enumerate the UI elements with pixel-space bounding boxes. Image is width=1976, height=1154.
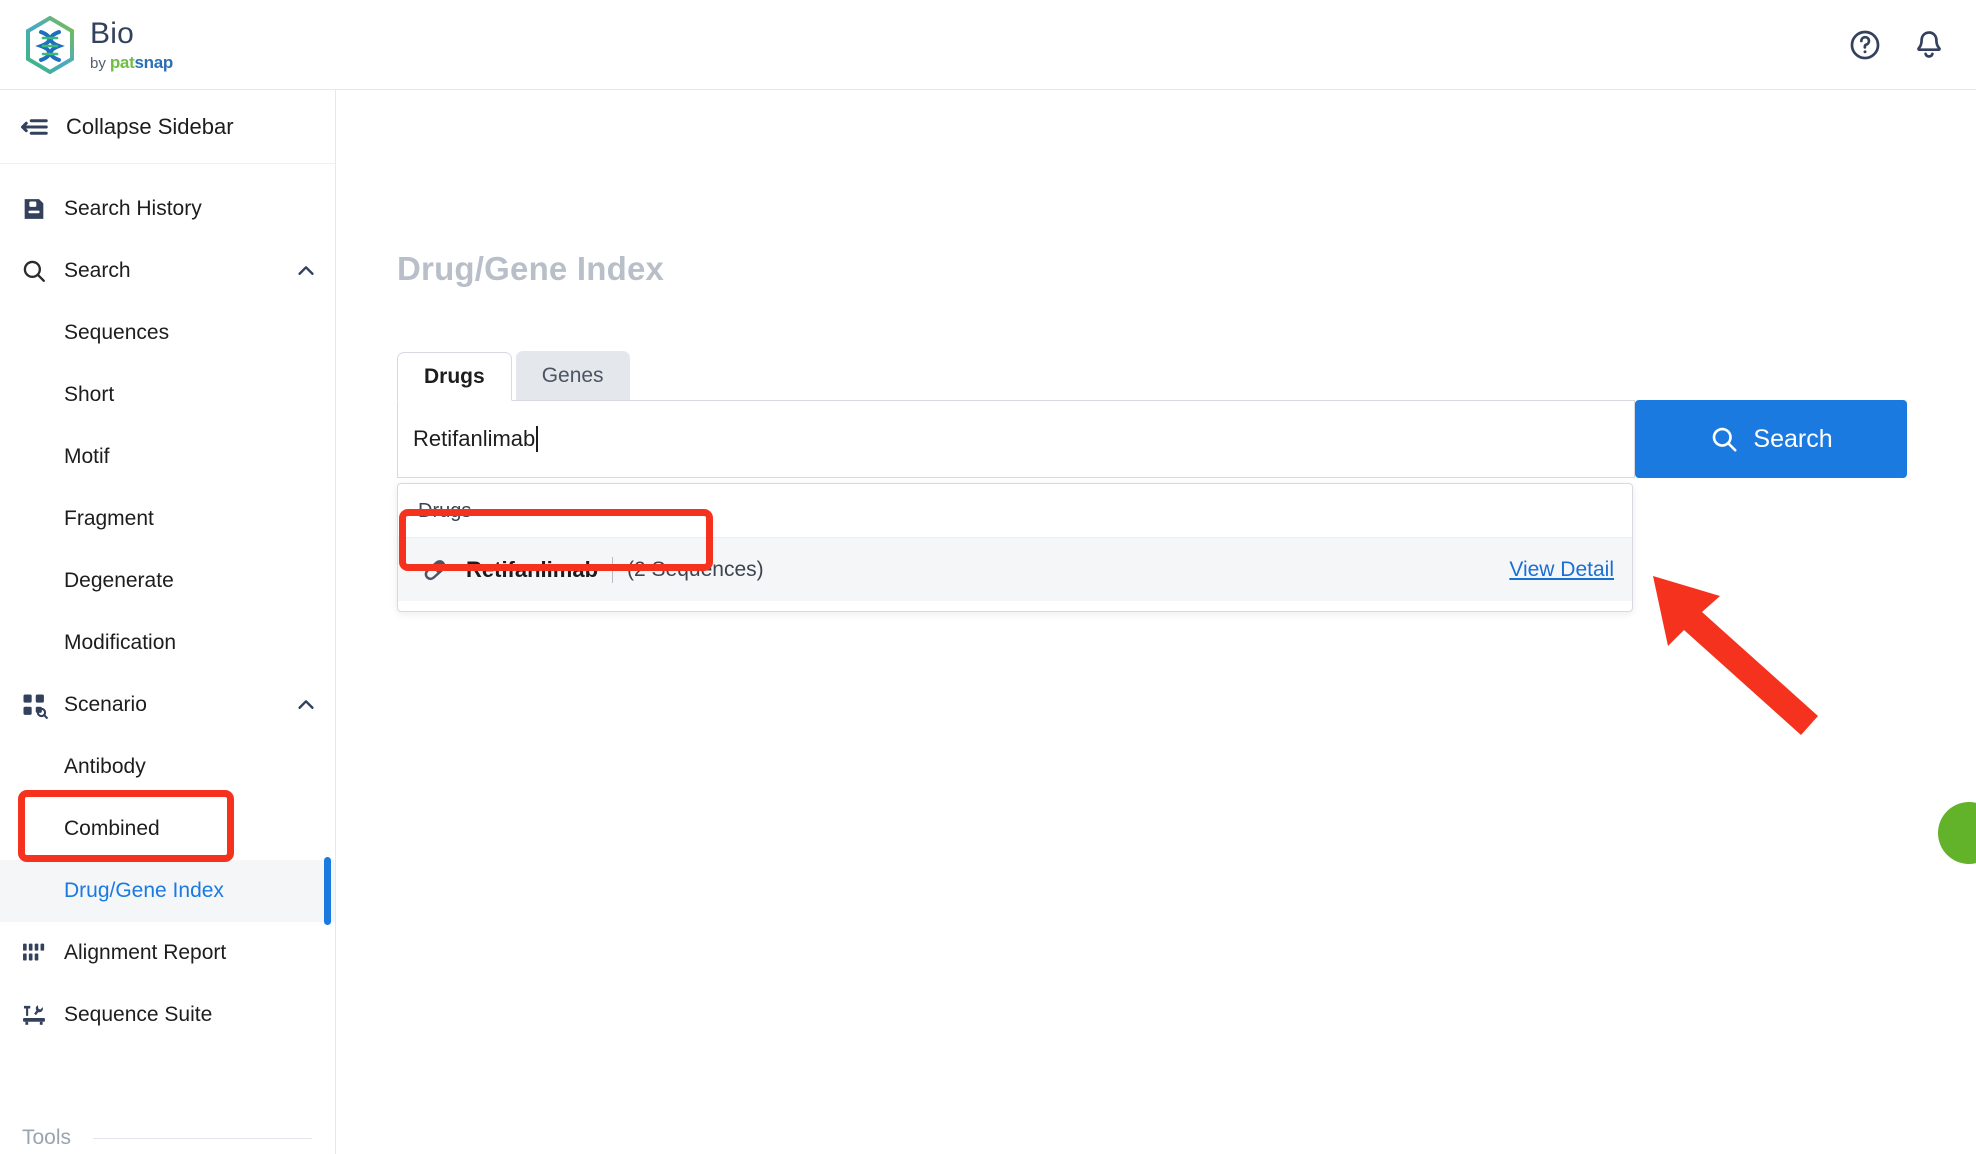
sidebar-item-search-history[interactable]: Search History bbox=[0, 178, 335, 240]
sidebar-item-label: Antibody bbox=[64, 755, 146, 778]
app-root: Bio by pat snap Collapse Sidebar Search … bbox=[0, 0, 1976, 1154]
tools-divider bbox=[93, 1137, 312, 1139]
sidebar-item-label: Degenerate bbox=[64, 569, 174, 592]
text-caret bbox=[536, 426, 539, 452]
collapse-sidebar-label: Collapse Sidebar bbox=[66, 113, 234, 139]
sidebar-item-label: Short bbox=[64, 383, 115, 406]
search-input-value: Retifanlimab bbox=[413, 426, 536, 451]
sidebar-item-alignment-report[interactable]: Alignment Report bbox=[0, 922, 335, 984]
dropdown-result-count: (2 Sequences) bbox=[627, 557, 764, 581]
top-bar-actions bbox=[1848, 28, 1946, 62]
sidebar: Collapse Sidebar Search History Search S… bbox=[0, 90, 336, 1154]
tools-section-label: Tools bbox=[22, 1126, 72, 1149]
sidebar-item-degenerate[interactable]: Degenerate bbox=[0, 550, 335, 612]
sidebar-item-label: Combined bbox=[64, 817, 160, 840]
sidebar-item-label: Motif bbox=[64, 445, 110, 468]
sidebar-nav: Search History Search Sequences Short Mo… bbox=[0, 164, 335, 1046]
search-button-label: Search bbox=[1753, 424, 1833, 453]
bell-icon[interactable] bbox=[1912, 28, 1946, 62]
sidebar-item-label: Modification bbox=[64, 631, 177, 654]
search-button[interactable]: Search bbox=[1635, 400, 1907, 478]
dropdown-result-row[interactable]: Retifanlimab (2 Sequences) View Detail bbox=[398, 537, 1632, 601]
pill-capsule-icon bbox=[424, 559, 446, 580]
brand-pat: pat bbox=[109, 52, 135, 72]
brand-logo[interactable]: Bio by pat snap bbox=[24, 15, 173, 74]
search-row: Retifanlimab Search bbox=[397, 400, 1907, 478]
collapse-sidebar-button[interactable]: Collapse Sidebar bbox=[0, 90, 335, 164]
search-suggestions-dropdown: Drugs Retifanlimab (2 Sequences) View De… bbox=[397, 483, 1633, 612]
dropdown-result-name: Retifanlimab bbox=[466, 556, 599, 582]
view-detail-link[interactable]: View Detail bbox=[1509, 558, 1614, 582]
brand-title: Bio bbox=[90, 16, 134, 50]
tab-drugs[interactable]: Drugs bbox=[397, 352, 512, 401]
sidebar-group-search[interactable]: Search bbox=[0, 240, 335, 302]
sidebar-item-label: Drug/Gene Index bbox=[64, 879, 224, 902]
brand-by: by bbox=[90, 54, 106, 72]
scenario-grid-search-icon bbox=[23, 694, 48, 719]
top-bar: Bio by pat snap bbox=[0, 0, 1976, 90]
tools-suite-icon bbox=[23, 1005, 45, 1025]
dropdown-result-separator bbox=[612, 556, 614, 583]
sidebar-item-sequence-suite[interactable]: Sequence Suite bbox=[0, 984, 335, 1046]
search-icon bbox=[1713, 427, 1737, 452]
sidebar-item-label: Alignment Report bbox=[64, 941, 227, 964]
sidebar-item-label: Search History bbox=[64, 197, 202, 220]
search-icon bbox=[23, 260, 45, 282]
sidebar-group-label: Search bbox=[64, 259, 131, 282]
brand-snap: snap bbox=[134, 52, 173, 72]
sidebar-item-modification[interactable]: Modification bbox=[0, 612, 335, 674]
sidebar-item-antibody[interactable]: Antibody bbox=[0, 736, 335, 798]
sidebar-group-label: Scenario bbox=[64, 693, 147, 716]
chevron-up-icon[interactable] bbox=[295, 694, 317, 716]
chevron-up-icon[interactable] bbox=[295, 260, 317, 282]
tab-genes[interactable]: Genes bbox=[515, 351, 630, 400]
sidebar-item-motif[interactable]: Motif bbox=[0, 426, 335, 488]
sidebar-item-drug-gene-index[interactable]: Drug/Gene Index bbox=[0, 857, 335, 925]
sidebar-group-scenario[interactable]: Scenario bbox=[0, 674, 335, 736]
tab-label: Genes bbox=[541, 363, 604, 387]
help-circle-icon[interactable] bbox=[1848, 28, 1882, 62]
search-input[interactable]: Retifanlimab bbox=[397, 400, 1635, 478]
sidebar-item-short[interactable]: Short bbox=[0, 364, 335, 426]
sidebar-item-fragment[interactable]: Fragment bbox=[0, 488, 335, 550]
sidebar-item-combined[interactable]: Combined bbox=[0, 798, 335, 860]
hexagon-dna-icon bbox=[26, 15, 74, 74]
dropdown-section-header: Drugs bbox=[418, 500, 472, 522]
sidebar-item-sequences[interactable]: Sequences bbox=[0, 302, 335, 364]
tab-label: Drugs bbox=[424, 364, 485, 388]
collapse-sidebar-icon bbox=[21, 118, 48, 135]
history-document-icon bbox=[24, 199, 44, 219]
tab-bar: Drugs Genes bbox=[397, 351, 630, 401]
sidebar-tools-section: Tools bbox=[0, 1126, 335, 1150]
alignment-bars-icon bbox=[23, 943, 45, 961]
main-content: Drug/Gene Index Drugs Genes Retifanlimab… bbox=[337, 90, 1976, 1154]
page-title: Drug/Gene Index bbox=[397, 250, 665, 287]
active-indicator-bar bbox=[324, 857, 331, 925]
sidebar-item-label: Fragment bbox=[64, 507, 154, 530]
sidebar-item-label: Sequences bbox=[64, 321, 170, 344]
sidebar-item-label: Sequence Suite bbox=[64, 1003, 213, 1026]
